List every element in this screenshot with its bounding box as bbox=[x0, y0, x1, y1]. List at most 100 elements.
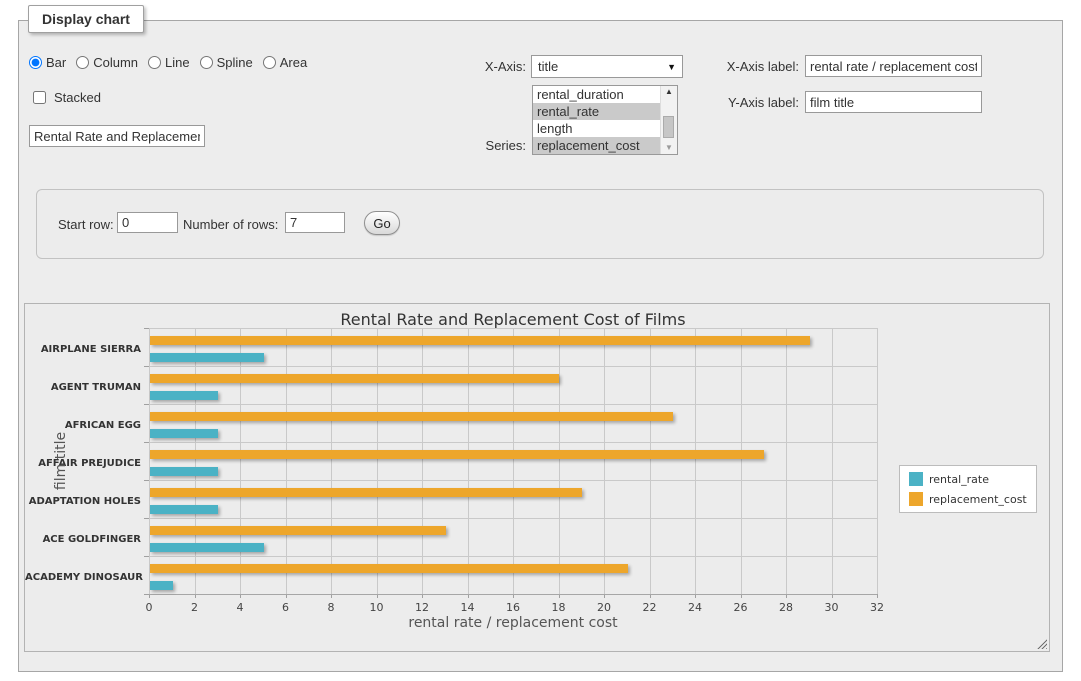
x-gridline bbox=[604, 328, 605, 594]
legend-item-rental_rate[interactable]: rental_rate bbox=[909, 472, 1027, 486]
chart-title-input[interactable] bbox=[29, 125, 205, 147]
radio-option-area[interactable]: Area bbox=[263, 55, 307, 70]
chart-type-radios: Bar Column Line Spline Area bbox=[29, 55, 307, 70]
x-gridline bbox=[240, 328, 241, 594]
x-axis-select[interactable]: title ▼ bbox=[531, 55, 683, 78]
series-listbox[interactable]: rental_durationrental_ratelengthreplacem… bbox=[532, 85, 678, 155]
x-gridline bbox=[513, 328, 514, 594]
y-gridline bbox=[149, 480, 877, 481]
y-axis-label-caption: Y-Axis label: bbox=[714, 95, 799, 110]
legend-item-replacement_cost[interactable]: replacement_cost bbox=[909, 492, 1027, 506]
radio-spline[interactable] bbox=[200, 56, 213, 69]
chart-title: Rental Rate and Replacement Cost of Film… bbox=[149, 310, 877, 329]
x-gridline bbox=[286, 328, 287, 594]
radio-area[interactable] bbox=[263, 56, 276, 69]
y-gridline bbox=[149, 518, 877, 519]
radio-option-label: Area bbox=[280, 55, 307, 70]
x-gridline bbox=[650, 328, 651, 594]
x-gridline bbox=[786, 328, 787, 594]
x-axis-label: X-Axis: bbox=[466, 59, 526, 74]
legend-label: replacement_cost bbox=[929, 493, 1027, 506]
category-label: AIRPLANE SIERRA bbox=[25, 343, 141, 357]
series-option-rental_rate[interactable]: rental_rate bbox=[533, 103, 660, 120]
x-tick-label: 18 bbox=[539, 601, 579, 614]
chart-legend: rental_rate replacement_cost bbox=[899, 465, 1037, 513]
radio-option-label: Column bbox=[93, 55, 138, 70]
resize-grip-icon[interactable] bbox=[1036, 638, 1047, 649]
radio-option-spline[interactable]: Spline bbox=[200, 55, 253, 70]
num-rows-input[interactable] bbox=[285, 212, 345, 233]
category-label: AGENT TRUMAN bbox=[25, 381, 141, 395]
category-label: ACE GOLDFINGER bbox=[25, 533, 141, 547]
bar-rental_rate-adaptation-holes bbox=[150, 505, 218, 514]
bar-rental_rate-airplane-sierra bbox=[150, 353, 264, 362]
stacked-label: Stacked bbox=[54, 90, 101, 105]
radio-option-bar[interactable]: Bar bbox=[29, 55, 66, 70]
series-label: Series: bbox=[466, 138, 526, 153]
x-gridline bbox=[377, 328, 378, 594]
radio-column[interactable] bbox=[76, 56, 89, 69]
radio-line[interactable] bbox=[148, 56, 161, 69]
x-gridline bbox=[741, 328, 742, 594]
y-tick-mark bbox=[144, 328, 149, 329]
x-tick-label: 14 bbox=[448, 601, 488, 614]
series-option-replacement_cost[interactable]: replacement_cost bbox=[533, 137, 660, 154]
category-label: ADAPTATION HOLES bbox=[25, 495, 141, 509]
scrollbar-thumb[interactable] bbox=[663, 116, 674, 138]
chart-y-axis-title: film title bbox=[53, 432, 69, 490]
series-option-length[interactable]: length bbox=[533, 120, 660, 137]
stacked-checkbox-row[interactable]: Stacked bbox=[29, 88, 101, 107]
series-option-rental_duration[interactable]: rental_duration bbox=[533, 86, 660, 103]
y-tick-mark bbox=[144, 518, 149, 519]
x-tick-label: 30 bbox=[812, 601, 852, 614]
radio-option-label: Line bbox=[165, 55, 190, 70]
x-tick-label: 10 bbox=[357, 601, 397, 614]
x-tick-label: 2 bbox=[175, 601, 215, 614]
category-label: AFFAIR PREJUDICE bbox=[25, 457, 141, 471]
x-gridline bbox=[149, 328, 150, 594]
go-button[interactable]: Go bbox=[364, 211, 400, 235]
radio-bar[interactable] bbox=[29, 56, 42, 69]
bar-replacement_cost-ace-goldfinger bbox=[150, 526, 446, 535]
bar-rental_rate-affair-prejudice bbox=[150, 467, 218, 476]
y-gridline bbox=[149, 556, 877, 557]
radio-option-line[interactable]: Line bbox=[148, 55, 190, 70]
category-label: ACADEMY DINOSAUR bbox=[25, 571, 141, 585]
chart-x-axis-title: rental rate / replacement cost bbox=[149, 615, 877, 631]
radio-option-label: Bar bbox=[46, 55, 66, 70]
x-tick-label: 4 bbox=[220, 601, 260, 614]
x-tick-label: 6 bbox=[266, 601, 306, 614]
bar-rental_rate-academy-dinosaur bbox=[150, 581, 173, 590]
y-gridline bbox=[149, 404, 877, 405]
scroll-up-icon[interactable]: ▲ bbox=[665, 88, 673, 96]
x-axis-line bbox=[149, 594, 877, 595]
y-axis-label-input[interactable] bbox=[805, 91, 982, 113]
x-axis-label-input[interactable] bbox=[805, 55, 982, 77]
chart-container: Rental Rate and Replacement Cost of Film… bbox=[24, 303, 1050, 652]
x-tick-label: 22 bbox=[630, 601, 670, 614]
series-options: rental_durationrental_ratelengthreplacem… bbox=[533, 86, 660, 154]
radio-option-column[interactable]: Column bbox=[76, 55, 138, 70]
x-tick-label: 0 bbox=[129, 601, 169, 614]
bar-replacement_cost-agent-truman bbox=[150, 374, 559, 383]
x-gridline bbox=[695, 328, 696, 594]
bar-rental_rate-ace-goldfinger bbox=[150, 543, 264, 552]
bar-replacement_cost-adaptation-holes bbox=[150, 488, 582, 497]
x-gridline bbox=[422, 328, 423, 594]
y-tick-mark bbox=[144, 556, 149, 557]
x-tick-label: 8 bbox=[311, 601, 351, 614]
x-axis-selected-value: title bbox=[538, 59, 558, 74]
start-row-input[interactable] bbox=[117, 212, 178, 233]
x-tick-label: 12 bbox=[402, 601, 442, 614]
stacked-checkbox[interactable] bbox=[33, 91, 46, 104]
y-tick-mark bbox=[144, 404, 149, 405]
series-scrollbar[interactable]: ▲ ▼ bbox=[660, 86, 677, 154]
x-tick-label: 26 bbox=[721, 601, 761, 614]
y-gridline bbox=[149, 328, 877, 329]
scroll-down-icon[interactable]: ▼ bbox=[665, 144, 673, 152]
bar-replacement_cost-affair-prejudice bbox=[150, 450, 764, 459]
x-gridline bbox=[331, 328, 332, 594]
bar-rental_rate-agent-truman bbox=[150, 391, 218, 400]
x-gridline bbox=[468, 328, 469, 594]
x-gridline bbox=[832, 328, 833, 594]
